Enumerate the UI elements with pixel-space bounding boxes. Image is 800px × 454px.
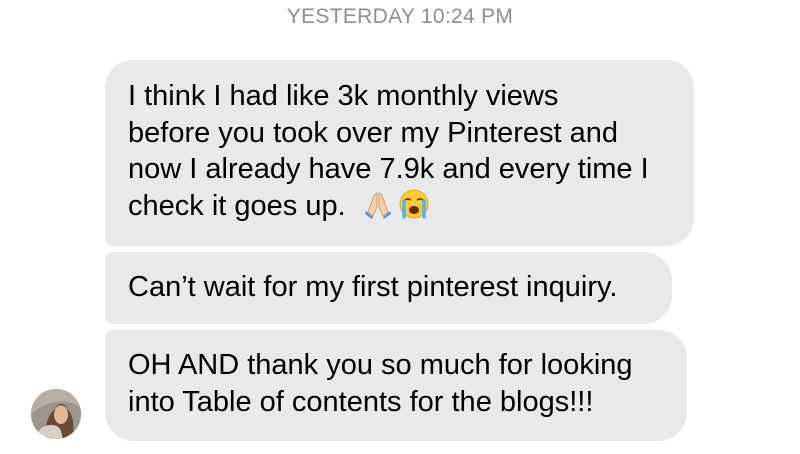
avatar-photo (31, 389, 81, 439)
message-line: into Table of contents for the blogs!!! (128, 385, 594, 418)
message-line: before you took over my Pinterest and (128, 116, 619, 149)
message-line: OH AND thank you so much for looking (128, 349, 633, 381)
message-line: now I already have 7.9k and every time I (128, 153, 649, 185)
message-line-text: check it goes up. (128, 189, 346, 222)
message-bubble[interactable]: Can’t wait for my first pinterest inquir… (105, 252, 672, 324)
folded-hands-icon (364, 192, 391, 219)
avatar[interactable] (31, 389, 81, 439)
loudly-crying-face-icon (399, 189, 429, 219)
message-thread: YESTERDAY 10:24 PM I think I had like 3k… (0, 0, 800, 454)
message-bubble[interactable]: OH AND thank you so much for looking int… (105, 330, 687, 441)
message-line-with-emoji: check it goes up. (128, 188, 676, 225)
timestamp: YESTERDAY 10:24 PM (286, 5, 514, 28)
message-bubble[interactable]: I think I had like 3k monthly views befo… (105, 60, 694, 246)
message-line: Can’t wait for my first pinterest inquir… (128, 271, 618, 303)
message-line: I think I had like 3k monthly views (128, 80, 559, 112)
